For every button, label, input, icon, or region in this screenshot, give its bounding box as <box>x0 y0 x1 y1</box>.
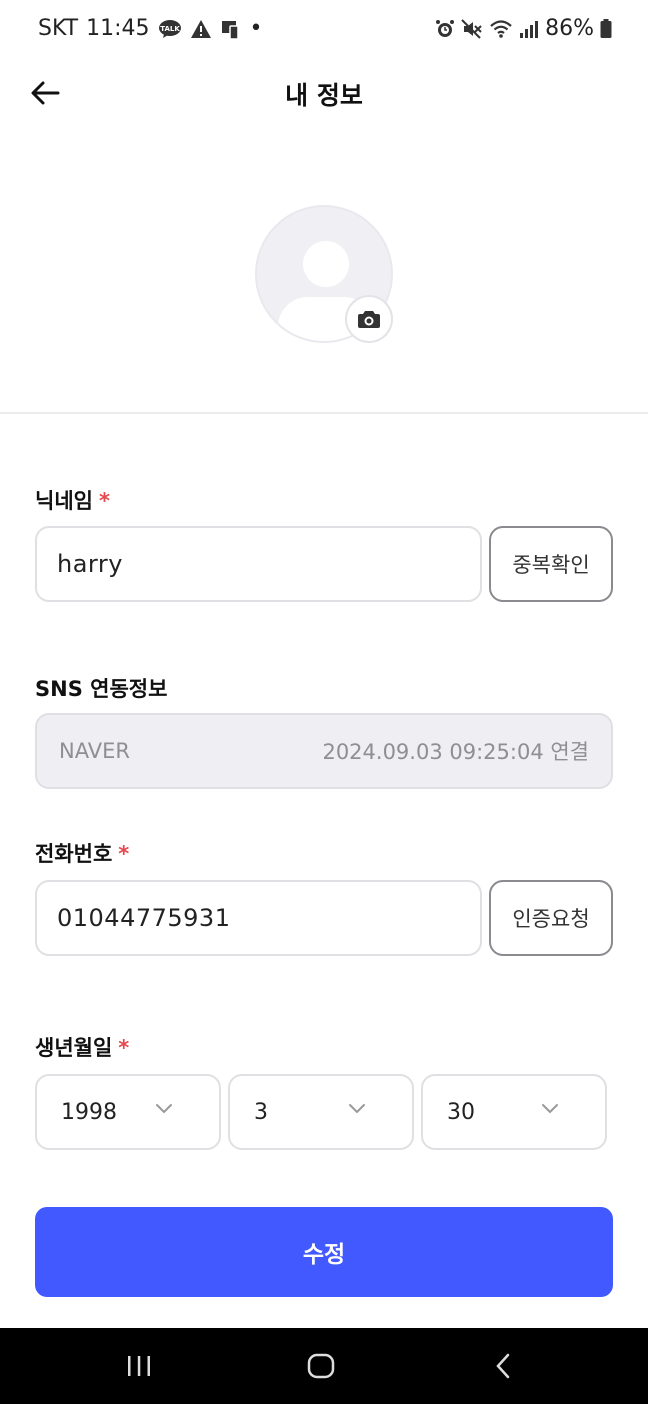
duplicate-check-button[interactable]: 중복확인 <box>489 526 613 602</box>
status-bar: SKT 11:45 TALK • 86% <box>0 0 648 60</box>
wifi-icon <box>489 17 513 41</box>
screen-mirror-icon <box>220 17 242 41</box>
clock: 11:45 <box>86 16 150 41</box>
carrier-label: SKT <box>38 16 79 41</box>
phone-value: 01044775931 <box>57 904 231 932</box>
birth-year-value: 1998 <box>61 1099 117 1125</box>
app-header: 내 정보 <box>0 60 648 126</box>
request-verification-button[interactable]: 인증요청 <box>489 880 613 956</box>
recent-apps-icon <box>128 1356 150 1376</box>
required-mark: * <box>118 1036 130 1060</box>
system-nav-bar <box>0 1328 648 1404</box>
phone-label: 전화번호 * <box>35 838 129 868</box>
signal-icon <box>519 17 539 41</box>
avatar-head-shape <box>303 241 349 287</box>
page-title: 내 정보 <box>285 81 363 110</box>
birth-month-select[interactable]: 3 <box>228 1074 414 1150</box>
sns-label: SNS 연동정보 <box>35 677 168 701</box>
alarm-icon <box>435 17 455 41</box>
required-mark: * <box>98 489 110 513</box>
recent-apps-button[interactable] <box>124 1348 154 1384</box>
birthdate-label-text: 생년월일 <box>35 1036 113 1060</box>
kakaotalk-icon: TALK <box>158 17 182 41</box>
birth-day-select[interactable]: 30 <box>421 1074 607 1150</box>
home-button[interactable] <box>304 1348 338 1384</box>
chevron-down-icon <box>542 1104 558 1114</box>
nickname-label-text: 닉네임 <box>35 489 93 513</box>
birthdate-label: 생년월일 * <box>35 1032 129 1062</box>
sns-provider: NAVER <box>59 739 130 763</box>
status-left: SKT 11:45 TALK • <box>38 16 263 41</box>
camera-icon <box>358 311 380 328</box>
back-nav-button[interactable] <box>490 1348 516 1384</box>
birth-month-value: 3 <box>254 1099 268 1125</box>
status-right: 86% <box>435 16 612 41</box>
chevron-down-icon <box>349 1104 365 1114</box>
nickname-input[interactable]: harry <box>35 526 482 602</box>
change-photo-button[interactable] <box>345 295 393 343</box>
birth-day-value: 30 <box>447 1099 475 1125</box>
phone-label-text: 전화번호 <box>35 842 113 866</box>
sns-link-info: NAVER 2024.09.03 09:25:04 연결 <box>35 713 613 789</box>
sns-linked-date: 2024.09.03 09:25:04 연결 <box>322 740 589 764</box>
required-mark: * <box>118 842 130 866</box>
phone-input[interactable]: 01044775931 <box>35 880 482 956</box>
section-divider <box>0 412 648 414</box>
chevron-left-icon <box>496 1353 510 1379</box>
warning-icon <box>190 17 212 41</box>
notification-dot: • <box>249 16 263 41</box>
birth-year-select[interactable]: 1998 <box>35 1074 221 1150</box>
submit-button[interactable]: 수정 <box>35 1207 613 1297</box>
nickname-value: harry <box>57 550 123 578</box>
mute-icon <box>461 17 483 41</box>
nickname-label: 닉네임 * <box>35 485 110 515</box>
home-icon <box>307 1353 335 1379</box>
battery-icon <box>600 17 612 41</box>
chevron-down-icon <box>156 1104 172 1114</box>
battery-percent: 86% <box>545 16 594 41</box>
svg-text:TALK: TALK <box>160 25 180 33</box>
